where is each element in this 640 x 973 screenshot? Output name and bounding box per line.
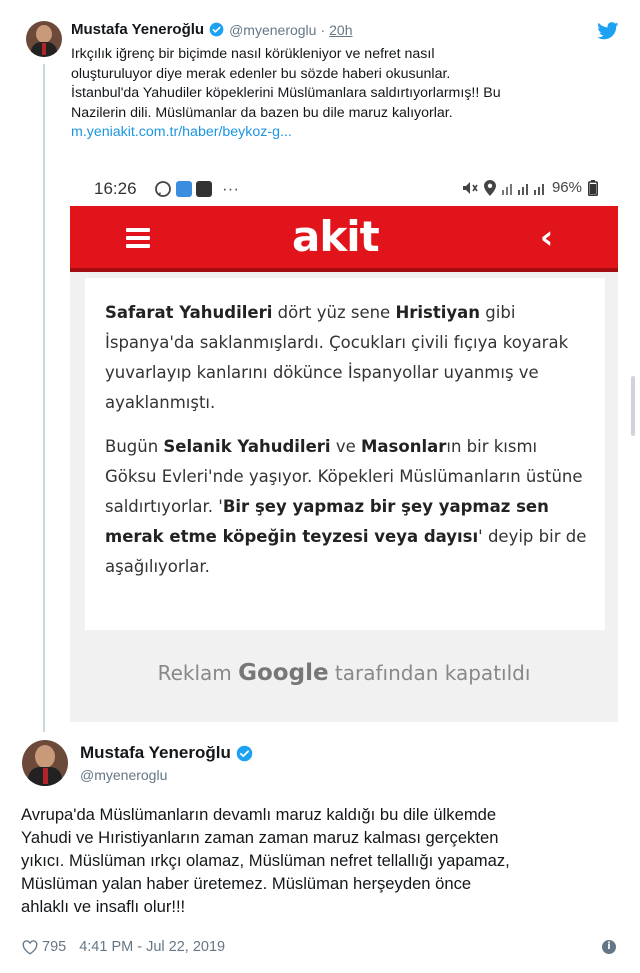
tweet-text-line: Irkçılık iğrenç bir biçimde nasıl körükl…: [71, 46, 435, 62]
scrollbar[interactable]: [631, 376, 635, 436]
google-wordmark: Google: [238, 660, 329, 686]
article-paragraph: Safarat Yahudileri dört yüz sene Hristiy…: [105, 303, 569, 412]
whatsapp-icon: [155, 181, 171, 197]
app-icon: [196, 181, 212, 197]
tweet-text-line: İstanbul'da Yahudiler köpeklerini Müslüm…: [71, 85, 501, 101]
info-icon[interactable]: i: [602, 940, 616, 954]
author-handle[interactable]: @myeneroglu: [229, 22, 316, 38]
verified-icon: [209, 22, 224, 37]
embedded-image[interactable]: 16:26 ··· 96% akit ‹ Safarat Yahudileri …: [70, 170, 618, 722]
twitter-bird-icon[interactable]: [597, 22, 619, 40]
verified-icon: [236, 745, 253, 761]
notification-icons: ···: [154, 179, 239, 199]
tweet-link[interactable]: m.yeniakit.com.tr/haber/beykoz-g...: [71, 124, 292, 140]
ad-closed-notice: Reklam Google tarafından kapatıldı: [157, 660, 531, 686]
tweet-text-line: yıkıcı. Müslüman ırkçı olamaz, Müslüman …: [21, 851, 510, 870]
author-name[interactable]: Mustafa Yeneroğlu: [71, 21, 204, 38]
mute-icon: [462, 181, 478, 194]
tweet-text-line: oluşturuluyor diye merak edenler bu sözd…: [71, 65, 451, 82]
tweet-header: Mustafa Yeneroğlu @myeneroglu · 20h: [71, 21, 353, 38]
system-status: 96%: [462, 179, 598, 196]
location-icon: [483, 179, 496, 196]
phone-time: 16:26: [94, 179, 137, 198]
thread-connector-line: [43, 64, 45, 732]
tweet-text-line: ahlaklı ve insaflı olur!!!: [21, 897, 186, 916]
author-name[interactable]: Mustafa Yeneroğlu: [80, 743, 231, 763]
tweet-footer: 795 4:41 PM - Jul 22, 2019 i: [22, 939, 620, 955]
tweet-text-line: Yahudi ve Hıristiyanların zaman zaman ma…: [21, 828, 499, 847]
tweet-text-line: Müslüman yalan haber üretemez. Müslüman …: [21, 874, 472, 893]
avatar[interactable]: [22, 740, 68, 786]
battery-icon: [588, 179, 598, 196]
akit-header-bar: akit ‹: [70, 206, 618, 272]
tweet-text: Avrupa'da Müslümanların devamlı maruz ka…: [21, 803, 621, 918]
article-card: Safarat Yahudileri dört yüz sene Hristiy…: [85, 278, 605, 630]
like-count[interactable]: 795: [42, 939, 66, 955]
phone-status-bar: 16:26 ··· 96%: [70, 170, 618, 206]
back-arrow-icon[interactable]: ‹: [540, 218, 553, 256]
author-handle[interactable]: @myeneroglu: [80, 767, 167, 783]
article-body: Safarat Yahudileri dört yüz sene Hristiy…: [105, 298, 590, 596]
app-icon: [176, 181, 192, 197]
tweet-text-line: Avrupa'da Müslümanların devamlı maruz ka…: [21, 805, 497, 824]
hamburger-icon[interactable]: [126, 228, 150, 248]
avatar[interactable]: [26, 21, 62, 57]
tweet-text-line: Nazilerin dili. Müslümanlar da bazen bu …: [71, 104, 453, 121]
heart-icon[interactable]: [22, 939, 38, 955]
signal-icon: [501, 183, 544, 195]
separator: ·: [320, 21, 326, 38]
akit-logo: akit: [292, 212, 380, 261]
tweet-text: Irkçılık iğrenç bir biçimde nasıl körükl…: [71, 45, 616, 143]
tweet-time[interactable]: 20h: [329, 22, 352, 38]
author-name-row: Mustafa Yeneroğlu: [80, 743, 258, 763]
tweet-timestamp[interactable]: 4:41 PM - Jul 22, 2019: [79, 939, 225, 955]
battery-level: 96%: [551, 179, 582, 196]
article-paragraph: Bugün Selanik Yahudileri ve Masonların b…: [105, 437, 587, 576]
more-dots: ···: [222, 179, 239, 198]
